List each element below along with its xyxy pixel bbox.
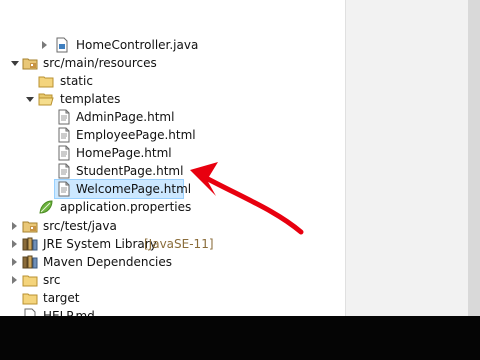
package-explorer-screen: HomeController.java src/main/resources s… <box>0 0 480 360</box>
red-arrow-annotation <box>190 162 304 235</box>
arrow-head <box>190 162 218 196</box>
arrow-shaft <box>203 175 304 235</box>
letterbox-bar <box>0 316 480 360</box>
